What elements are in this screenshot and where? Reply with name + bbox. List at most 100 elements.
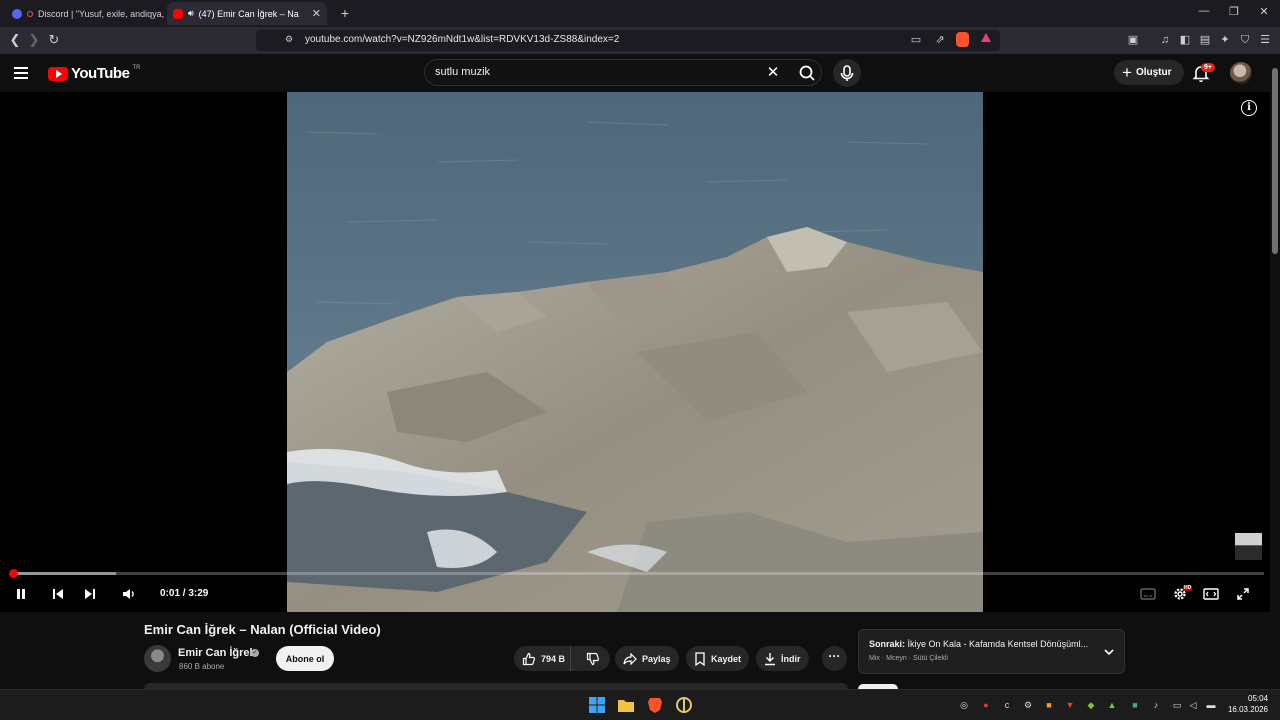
time-display: 0:01 / 3:29 <box>160 588 209 599</box>
address-bar[interactable]: ⚙︎ youtube.com/watch?v=NZ926mNdt1w&list=… <box>256 30 1000 51</box>
logo-text: YouTube <box>71 65 130 82</box>
theater-icon <box>1203 588 1219 600</box>
previous-button[interactable] <box>49 585 67 603</box>
start-button[interactable] <box>588 696 606 714</box>
video-player[interactable]: i 0:01 / 3:29 HD <box>0 92 1270 612</box>
search-button[interactable] <box>791 62 821 84</box>
taskbar-clock-time[interactable]: 05:04 <box>1248 694 1268 703</box>
recording-icon <box>27 10 33 17</box>
brave-rewards-icon[interactable] <box>978 32 994 48</box>
share-button[interactable]: Paylaş <box>615 646 679 671</box>
reload-icon[interactable]: ↻ <box>46 32 62 48</box>
subscribe-button[interactable]: Abone ol <box>276 646 334 671</box>
more-actions-button[interactable]: ··· <box>822 646 847 671</box>
folder-icon <box>618 700 634 712</box>
subtitles-icon <box>1140 588 1156 600</box>
info-icon[interactable]: i <box>1241 100 1257 116</box>
channel-name[interactable]: Emir Can İğrek <box>178 647 256 659</box>
discord-favicon-icon <box>12 8 22 19</box>
tray-battery-icon[interactable]: ▬ <box>1205 699 1217 711</box>
tab-title: Discord | "Yusuf, exile, andiqya, / <box>38 8 164 19</box>
scrollbar-thumb[interactable] <box>1272 68 1278 254</box>
next-up-card[interactable]: Sonraki: İkiye On Kala - Kafamda Kentsel… <box>858 629 1125 674</box>
vpn-icon[interactable]: ⛉ <box>1237 32 1253 48</box>
account-avatar[interactable] <box>1230 62 1252 84</box>
close-window-button[interactable]: ✕ <box>1254 5 1274 18</box>
leo-ai-icon[interactable]: ✦ <box>1217 32 1233 48</box>
clear-search-icon[interactable]: ✕ <box>763 63 783 83</box>
tray-steam-icon[interactable]: ◎ <box>958 699 970 711</box>
tray-c-icon[interactable]: c <box>1001 699 1013 711</box>
speaker-icon[interactable]: 🔊︎ <box>188 8 194 19</box>
pause-button[interactable] <box>12 585 30 603</box>
chevron-down-icon[interactable] <box>1102 645 1116 659</box>
subtitles-button[interactable] <box>1139 585 1157 603</box>
search-input[interactable] <box>435 66 735 78</box>
minimize-button[interactable]: — <box>1194 5 1214 17</box>
youtube-logo[interactable]: YouTube TR <box>48 65 140 82</box>
tray-green-icon[interactable]: ▲ <box>1106 699 1118 711</box>
taskbar-clock-date[interactable]: 16.03.2026 <box>1225 705 1268 714</box>
new-tab-button[interactable]: + <box>336 4 354 22</box>
fullscreen-button[interactable] <box>1234 585 1252 603</box>
tray-nvidia-icon[interactable]: ◆ <box>1085 699 1097 711</box>
volume-icon <box>123 589 134 599</box>
next-up-meta: Mix · Mceyn · Sütü Çilekli <box>869 655 948 662</box>
video-frame[interactable] <box>287 92 983 612</box>
next-icon <box>85 589 95 599</box>
page-scrollbar[interactable] <box>1270 54 1280 689</box>
scrubber-handle[interactable] <box>9 569 18 578</box>
browser-toolbar: ❮ ❯ ↻ ⚙︎ youtube.com/watch?v=NZ926mNdt1w… <box>0 27 1280 54</box>
microphone-icon <box>840 65 854 81</box>
next-button[interactable] <box>81 585 99 603</box>
sidebar-icon[interactable]: ◧ <box>1177 32 1193 48</box>
tray-app-icon[interactable]: ■ <box>1043 699 1055 711</box>
plus-icon: + <box>1122 62 1132 82</box>
restore-button[interactable]: ❐ <box>1224 5 1244 18</box>
channel-watermark[interactable] <box>1235 533 1262 560</box>
tab-discord[interactable]: Discord | "Yusuf, exile, andiqya, / <box>6 2 164 25</box>
create-button[interactable]: + Oluştur <box>1114 60 1184 85</box>
brave-lion-icon <box>648 698 662 713</box>
like-button[interactable]: 794 B <box>514 646 572 671</box>
tray-record-icon[interactable]: ● <box>980 699 992 711</box>
tray-volume-icon[interactable]: ◁ <box>1187 699 1199 711</box>
youtube-favicon-icon <box>173 8 183 19</box>
brave-shield-icon[interactable] <box>956 32 969 47</box>
tab-search-icon[interactable]: ▣ <box>1125 32 1141 48</box>
share-icon[interactable]: ⇗ <box>932 32 948 48</box>
download-button[interactable]: İndir <box>756 646 809 671</box>
tray-antivirus-icon[interactable]: ▼ <box>1064 699 1076 711</box>
cast-icon[interactable]: ▭ <box>908 32 924 48</box>
media-controls-icon[interactable]: ♫ <box>1157 32 1173 48</box>
volume-button[interactable] <box>120 585 138 603</box>
progress-bar[interactable] <box>12 572 1264 575</box>
url-text: youtube.com/watch?v=NZ926mNdt1w&list=RDV… <box>305 34 620 45</box>
notification-count-badge: 9+ <box>1201 63 1215 72</box>
tab-youtube[interactable]: 🔊︎ (47) Emir Can İğrek – Nalan ( ✕ <box>167 2 327 25</box>
tray-microphone-icon[interactable]: ♪ <box>1150 699 1162 711</box>
download-label: İndir <box>781 653 801 664</box>
guide-menu-button[interactable] <box>14 64 32 82</box>
tray-shield-icon[interactable]: ■ <box>1129 699 1141 711</box>
close-tab-icon[interactable]: ✕ <box>312 7 321 20</box>
voice-search-button[interactable] <box>833 59 861 87</box>
forward-icon[interactable]: ❯ <box>26 32 42 48</box>
app-icon <box>676 697 692 713</box>
video-title: Emir Can İğrek – Nalan (Official Video) <box>144 622 381 637</box>
windows-taskbar: ◎ ● c ⚙ ■ ▼ ◆ ▲ ■ ♪ ▭ ◁ ▬ 05:04 16.03.20… <box>0 689 1280 720</box>
site-settings-icon[interactable]: ⚙︎ <box>285 34 293 45</box>
file-explorer-button[interactable] <box>617 696 635 714</box>
back-icon[interactable]: ❮ <box>7 32 23 48</box>
theater-mode-button[interactable] <box>1202 585 1220 603</box>
tray-network-icon[interactable]: ▭ <box>1171 699 1183 711</box>
wallet-icon[interactable]: ▤ <box>1197 32 1213 48</box>
app-taskbar-button[interactable] <box>675 696 693 714</box>
save-button[interactable]: Kaydet <box>686 646 750 671</box>
dislike-button[interactable] <box>576 646 610 671</box>
browser-menu-icon[interactable]: ☰ <box>1257 32 1273 48</box>
tray-settings-icon[interactable]: ⚙ <box>1022 699 1034 711</box>
brave-taskbar-button[interactable] <box>646 696 664 714</box>
channel-avatar[interactable] <box>144 645 171 672</box>
previous-icon <box>53 589 63 599</box>
